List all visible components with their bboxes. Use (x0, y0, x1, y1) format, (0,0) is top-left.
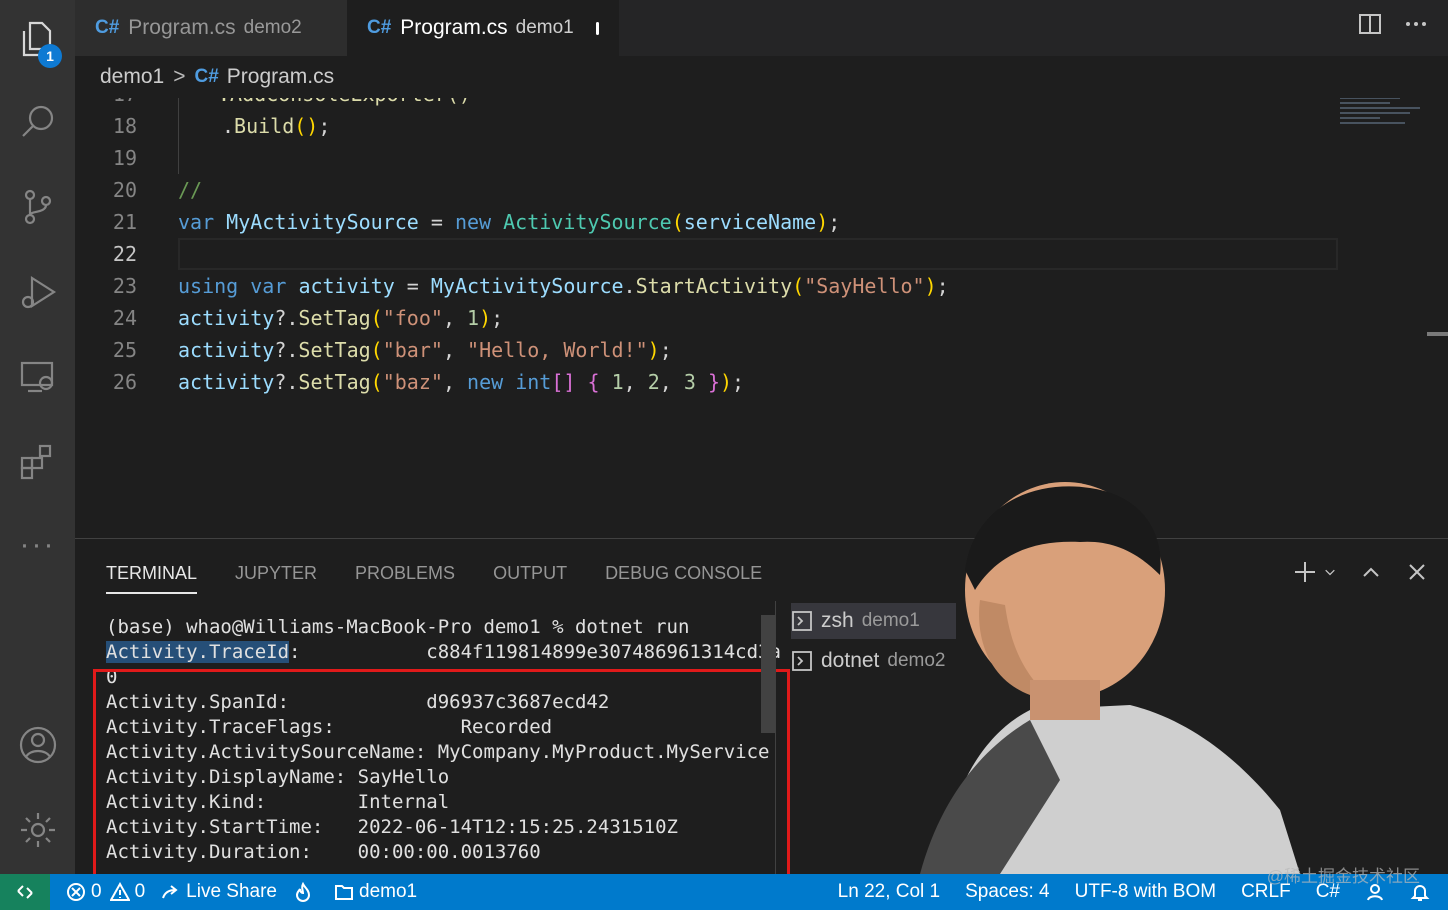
terminal-name: zsh (821, 609, 854, 632)
code-line: 18 .Build(); (75, 110, 1375, 142)
line-number: 22 (112, 242, 137, 266)
line-number: 23 (112, 274, 137, 298)
tab-program-cs-demo2[interactable]: C# Program.cs demo2 (75, 0, 347, 56)
line-number: 21 (112, 210, 137, 234)
problems-status[interactable]: 0 0 (66, 881, 145, 903)
code-line: 26 activity?.SetTag("baz", new int[] { 1… (75, 366, 1375, 398)
account-icon[interactable] (0, 710, 75, 780)
warning-count: 0 (134, 881, 146, 902)
breadcrumb-folder[interactable]: demo1 (100, 65, 164, 89)
encoding[interactable]: UTF-8 with BOM (1075, 881, 1216, 903)
chevron-down-icon[interactable] (1322, 559, 1338, 585)
editor-tab-bar: C# Program.cs demo2 C# Program.cs demo1 (75, 0, 1448, 56)
code-line: 24 activity?.SetTag("foo", 1); (75, 302, 1375, 334)
code-line: 25 activity?.SetTag("bar", "Hello, World… (75, 334, 1375, 366)
terminal-name: dotnet (821, 649, 880, 672)
run-debug-icon[interactable] (0, 257, 75, 327)
code-line: 21 var MyActivitySource = new ActivitySo… (75, 206, 1375, 238)
tab-jupyter[interactable]: JUPYTER (235, 563, 317, 584)
close-panel-icon[interactable] (1404, 559, 1430, 585)
line-number: 25 (112, 338, 137, 362)
terminal-output[interactable]: (base) whao@Williams-MacBook-Pro demo1 %… (93, 615, 790, 910)
flame-icon (295, 882, 311, 902)
tab-description: demo1 (515, 17, 574, 38)
code-text: activity?.SetTag("bar", "Hello, World!")… (178, 338, 672, 362)
settings-gear-icon[interactable] (0, 795, 75, 865)
terminal-selection: Activity.TraceId (106, 641, 290, 663)
unsaved-dot-icon[interactable] (595, 21, 599, 35)
line-number: 20 (112, 178, 137, 202)
terminal-prompt: (base) whao@Williams-MacBook-Pro demo1 %… (106, 616, 690, 638)
error-icon (67, 883, 85, 901)
line-number: 24 (112, 306, 137, 330)
code-line: 20 // (75, 174, 1375, 206)
breadcrumb-file[interactable]: Program.cs (227, 65, 334, 89)
csharp-file-icon: C# (367, 17, 392, 38)
search-icon[interactable] (0, 87, 75, 157)
tab-description: demo2 (243, 17, 302, 38)
code-text: using var activity = MyActivitySource.St… (178, 274, 949, 298)
tab-output[interactable]: OUTPUT (493, 563, 567, 584)
remote-icon (17, 885, 33, 899)
tab-problems[interactable]: PROBLEMS (355, 563, 455, 584)
terminal-icon (792, 651, 812, 671)
explorer-badge: 1 (38, 44, 62, 68)
folder-icon (335, 885, 353, 900)
workspace-folder-label: demo1 (359, 881, 418, 902)
workspace-folder[interactable]: demo1 (334, 881, 417, 903)
terminal-icon (792, 611, 812, 631)
code-text: activity?.SetTag("foo", 1); (178, 306, 504, 330)
chevron-right-icon: > (173, 65, 186, 88)
code-text: .Build(); (222, 114, 331, 138)
indentation[interactable]: Spaces: 4 (965, 881, 1050, 903)
terminal-scrollbar[interactable] (761, 615, 775, 733)
activity-bar: 1 ··· (0, 0, 75, 874)
explorer-icon[interactable]: 1 (0, 4, 75, 74)
status-bar: 0 0 Live Share demo1 Ln 22, Col 1 Spaces… (0, 874, 1448, 910)
code-editor[interactable]: 17 .AddConsoleExporter() 18 .Build(); 19… (75, 82, 1448, 538)
cursor-position[interactable]: Ln 22, Col 1 (838, 881, 940, 903)
live-share-button[interactable]: Live Share (161, 881, 277, 903)
tab-label: Program.cs (128, 16, 236, 39)
line-number: 26 (112, 370, 137, 394)
line-number: 18 (112, 114, 137, 138)
warning-icon (109, 882, 130, 901)
line-number: 19 (112, 146, 137, 170)
maximize-panel-icon[interactable] (1358, 559, 1384, 585)
terminal-line: Activity.TraceId: c884f119814899e3074869… (106, 640, 781, 665)
remote-indicator[interactable] (0, 874, 50, 910)
code-line: 22 (75, 238, 1375, 270)
flame-status[interactable] (293, 882, 318, 902)
scrollbar-marker[interactable] (1427, 332, 1448, 336)
tab-program-cs-demo1[interactable]: C# Program.cs demo1 (347, 0, 619, 56)
more-actions-icon[interactable] (1404, 12, 1428, 36)
more-icon[interactable]: ··· (0, 510, 75, 580)
panel-tabs: TERMINAL JUPYTER PROBLEMS OUTPUT DEBUG C… (106, 539, 762, 607)
csharp-file-icon: C# (194, 66, 219, 87)
watermark: @稀土掘金技术社区 (1266, 867, 1420, 886)
live-share-icon (162, 885, 178, 899)
error-count: 0 (91, 881, 102, 902)
webcam-presenter-image (920, 482, 1300, 874)
code-line: 19 (75, 142, 1375, 174)
tab-label: Program.cs (400, 16, 508, 39)
code-text: // (178, 178, 203, 202)
minimap[interactable] (1340, 92, 1430, 142)
csharp-file-icon: C# (95, 17, 120, 38)
code-text: var MyActivitySource = new ActivitySourc… (178, 210, 841, 234)
remote-explorer-icon[interactable] (0, 342, 75, 412)
extensions-icon[interactable] (0, 427, 75, 497)
split-editor-icon[interactable] (1358, 12, 1382, 36)
live-share-label: Live Share (186, 881, 277, 902)
tab-terminal[interactable]: TERMINAL (106, 563, 198, 594)
source-control-icon[interactable] (0, 172, 75, 242)
terminal-text: : c884f119814899e307486961314cd3a (289, 641, 781, 663)
breadcrumb: demo1 > C# Program.cs (75, 56, 1448, 98)
tab-debug-console[interactable]: DEBUG CONSOLE (605, 563, 762, 584)
code-line: 23 using var activity = MyActivitySource… (75, 270, 1375, 302)
code-text: activity?.SetTag("baz", new int[] { 1, 2… (178, 370, 745, 394)
